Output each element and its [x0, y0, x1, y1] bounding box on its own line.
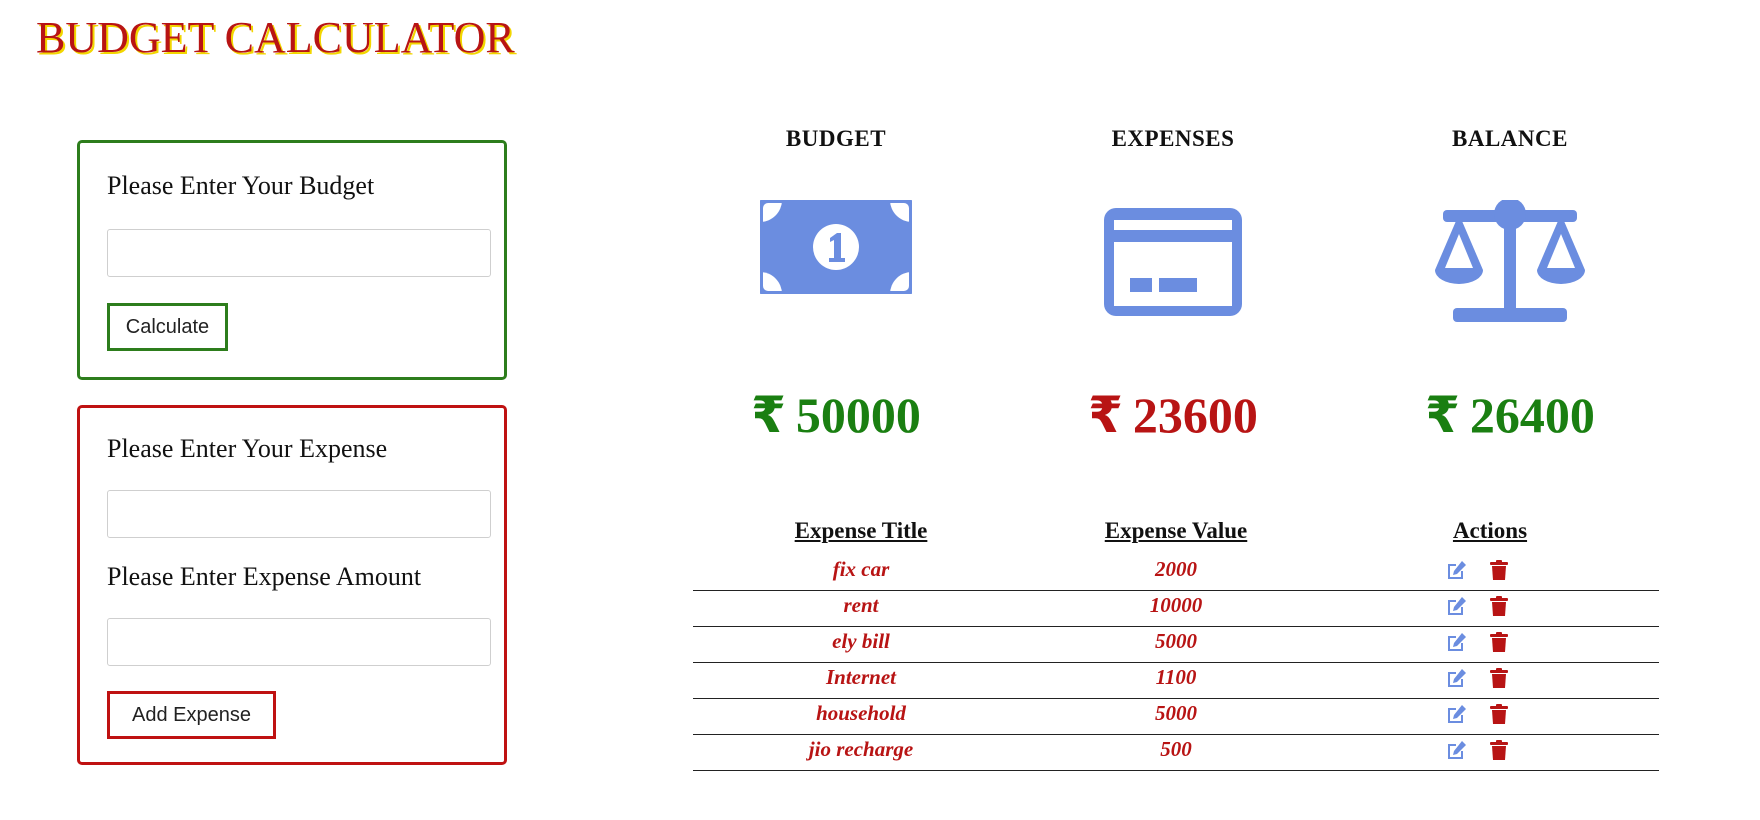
row-actions [1446, 560, 1508, 581]
budget-form: Please Enter Your Budget Calculate [77, 140, 507, 380]
trash-icon[interactable] [1490, 596, 1508, 617]
expense-form: Please Enter Your Expense Please Enter E… [77, 405, 507, 765]
expense-value-cell: 500 [1160, 737, 1192, 761]
rupee-icon: ₹ [1088, 386, 1123, 444]
header-actions: Actions [1452, 518, 1528, 543]
expense-amount-label: Please Enter Expense Amount [107, 562, 422, 591]
row-actions [1446, 668, 1508, 689]
edit-icon[interactable] [1446, 632, 1468, 653]
expense-title-input[interactable] [107, 490, 491, 538]
add-expense-button[interactable]: Add Expense [107, 691, 276, 739]
table-row: Internet 1100 [693, 662, 1659, 699]
expense-value-cell: 2000 [1155, 557, 1197, 581]
expense-value-cell: 5000 [1155, 629, 1197, 653]
expense-title-cell: jio recharge [808, 737, 914, 761]
balance-heading: BALANCE [1452, 126, 1568, 151]
expense-title-cell: Internet [825, 665, 897, 689]
edit-icon[interactable] [1446, 560, 1468, 581]
money-bill-icon [716, 200, 956, 294]
row-actions [1446, 632, 1508, 653]
edit-icon[interactable] [1446, 668, 1468, 689]
budget-input[interactable] [107, 229, 491, 277]
credit-card-icon [1053, 208, 1293, 316]
rupee-icon: ₹ [751, 386, 786, 444]
row-actions [1446, 704, 1508, 725]
expense-title-cell: ely bill [832, 629, 890, 653]
edit-icon[interactable] [1446, 740, 1468, 761]
trash-icon[interactable] [1490, 668, 1508, 689]
table-row: ely bill 5000 [693, 626, 1659, 663]
expense-title-cell: household [816, 701, 906, 725]
table-row: jio recharge 500 [693, 734, 1659, 771]
trash-icon[interactable] [1490, 632, 1508, 653]
balance-scale-icon [1390, 200, 1630, 326]
expense-amount-input[interactable] [107, 618, 491, 666]
rupee-icon: ₹ [1425, 386, 1460, 444]
budget-label: Please Enter Your Budget [107, 171, 375, 200]
trash-icon[interactable] [1490, 740, 1508, 761]
page-title: BUDGET CALCULATOR [36, 13, 515, 62]
budget-heading: BUDGET [785, 126, 887, 151]
expenses-heading: EXPENSES [1111, 126, 1235, 151]
expense-title-cell: fix car [832, 557, 890, 581]
expense-value-cell: 5000 [1155, 701, 1197, 725]
table-row: fix car 2000 [693, 554, 1659, 591]
expense-value-cell: 10000 [1149, 593, 1203, 617]
row-actions [1446, 596, 1508, 617]
table-row: household 5000 [693, 698, 1659, 735]
header-expense-value: Expense Value [1104, 518, 1248, 543]
edit-icon[interactable] [1446, 596, 1468, 617]
table-row: rent 10000 [693, 590, 1659, 627]
expense-value-cell: 1100 [1155, 665, 1197, 689]
expenses-amount: ₹ 23600 [1053, 385, 1293, 445]
balance-amount: ₹ 26400 [1390, 385, 1630, 445]
trash-icon[interactable] [1490, 704, 1508, 725]
expense-title-cell: rent [843, 593, 879, 617]
trash-icon[interactable] [1490, 560, 1508, 581]
header-expense-title: Expense Title [794, 518, 928, 543]
budget-amount-value: 50000 [795, 387, 921, 443]
budget-amount: ₹ 50000 [716, 385, 956, 445]
calculate-button[interactable]: Calculate [107, 303, 228, 351]
expense-title-label: Please Enter Your Expense [107, 434, 388, 463]
edit-icon[interactable] [1446, 704, 1468, 725]
balance-amount-value: 26400 [1469, 387, 1595, 443]
row-actions [1446, 740, 1508, 761]
expenses-amount-value: 23600 [1132, 387, 1258, 443]
